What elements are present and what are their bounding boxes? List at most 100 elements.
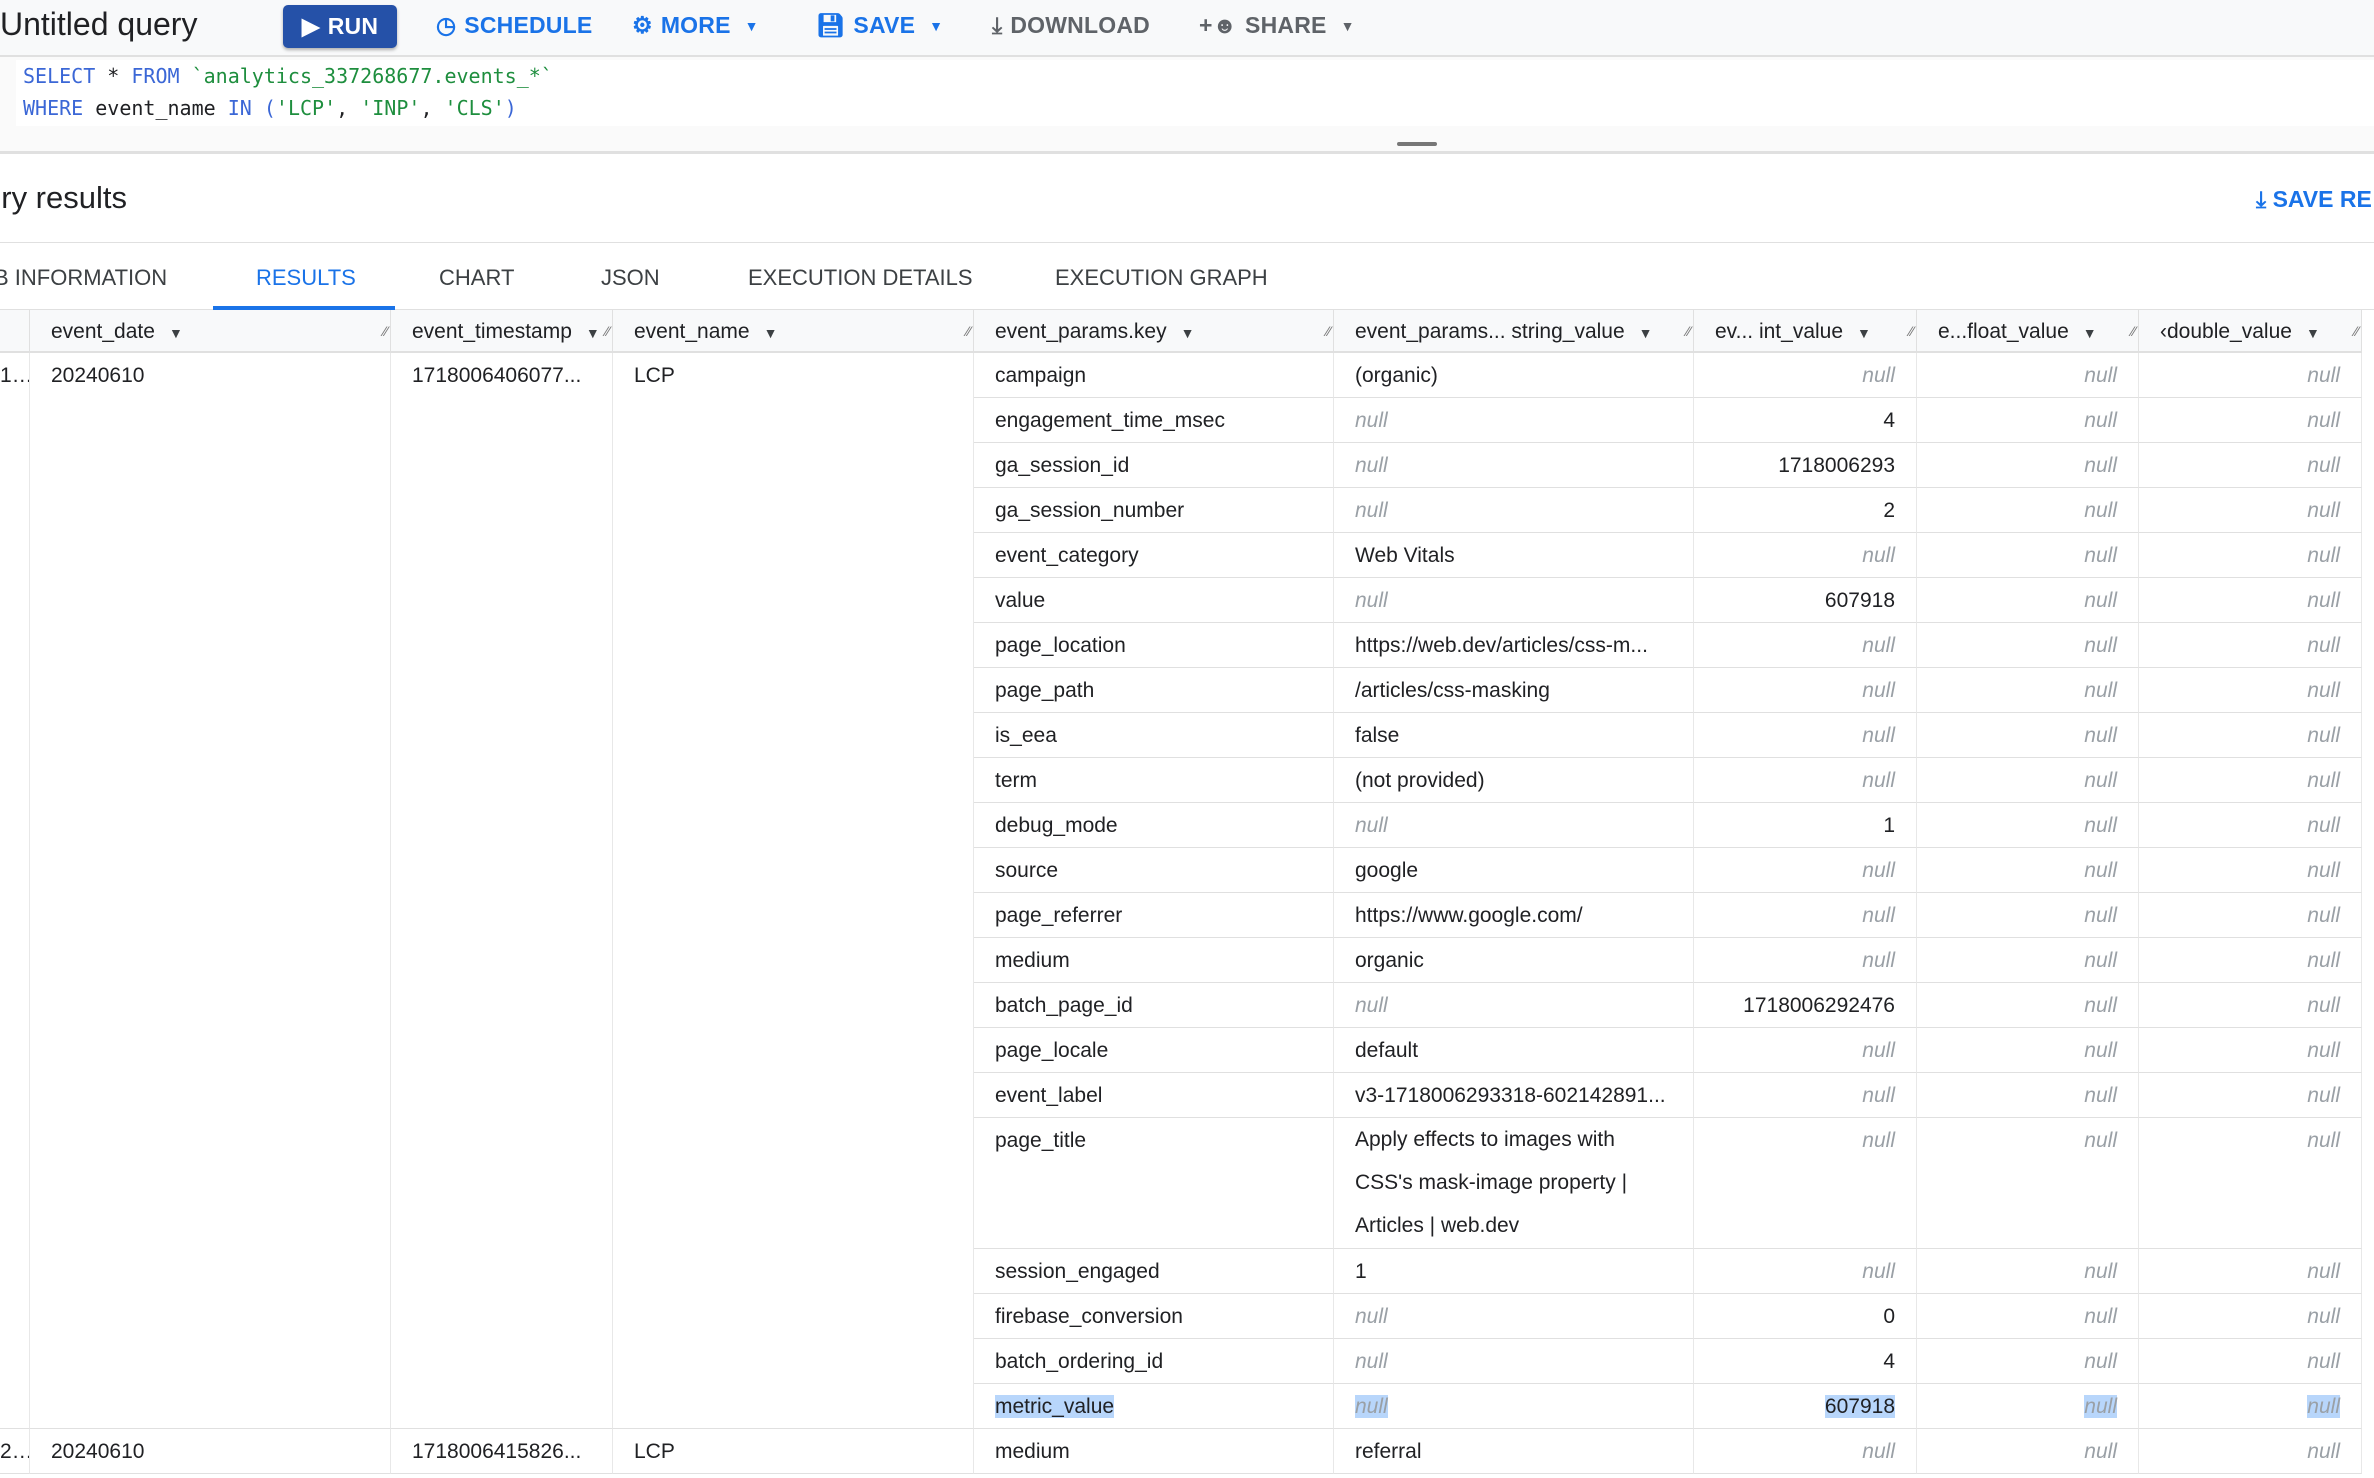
param-key-cell[interactable]: ga_session_number [974,488,1334,533]
string-value-cell[interactable]: referral [1334,1429,1694,1474]
param-key-cell[interactable]: page_path [974,668,1334,713]
more-button[interactable]: ⚙ MORE ▼ [632,12,759,39]
string-value-cell[interactable]: null [1334,803,1694,848]
float-value-cell[interactable]: null [1917,1429,2139,1474]
param-key-cell[interactable]: event_label [974,1073,1334,1118]
string-value-cell[interactable]: null [1334,983,1694,1028]
string-value-cell[interactable]: (organic) [1334,353,1694,398]
event-timestamp-cell[interactable]: 1718006415826... [391,1429,613,1474]
double-value-cell[interactable]: null [2139,1294,2362,1339]
string-value-cell[interactable]: null [1334,1384,1694,1429]
column-resize-handle[interactable]: ⁄⁄ [1686,310,1691,353]
double-value-cell[interactable]: null [2139,893,2362,938]
sort-menu-icon[interactable]: ▼ [1639,325,1653,341]
param-key-cell[interactable]: batch_page_id [974,983,1334,1028]
double-value-cell[interactable]: null [2139,1073,2362,1118]
int-value-cell[interactable]: null [1694,1028,1917,1073]
column-header[interactable]: ‹double_value ▼ ⁄⁄ [2139,310,2362,353]
query-title[interactable]: Untitled query [0,6,197,43]
double-value-cell[interactable]: null [2139,848,2362,893]
param-key-cell[interactable]: is_eea [974,713,1334,758]
string-value-cell[interactable]: false [1334,713,1694,758]
double-value-cell[interactable]: null [2139,983,2362,1028]
float-value-cell[interactable]: null [1917,1118,2139,1249]
double-value-cell[interactable]: null [2139,668,2362,713]
double-value-cell[interactable]: null [2139,1249,2362,1294]
editor-resize-handle[interactable] [1397,142,1437,146]
int-value-cell[interactable]: null [1694,1429,1917,1474]
float-value-cell[interactable]: null [1917,938,2139,983]
int-value-cell[interactable]: 1718006292476 [1694,983,1917,1028]
int-value-cell[interactable]: null [1694,1118,1917,1249]
schedule-button[interactable]: ◷ SCHEDULE [436,12,592,39]
int-value-cell[interactable]: 0 [1694,1294,1917,1339]
double-value-cell[interactable]: null [2139,1339,2362,1384]
float-value-cell[interactable]: null [1917,983,2139,1028]
float-value-cell[interactable]: null [1917,1294,2139,1339]
param-key-cell[interactable]: page_locale [974,1028,1334,1073]
float-value-cell[interactable]: null [1917,713,2139,758]
string-value-cell[interactable]: google [1334,848,1694,893]
double-value-cell[interactable]: null [2139,1429,2362,1474]
column-header[interactable]: event_params... string_value ▼ ⁄⁄ [1334,310,1694,353]
int-value-cell[interactable]: 1718006293 [1694,443,1917,488]
column-header[interactable]: event_params.key ▼ ⁄⁄ [974,310,1334,353]
sort-menu-icon[interactable]: ▼ [1181,325,1195,341]
sort-menu-icon[interactable]: ▼ [1857,325,1871,341]
int-value-cell[interactable]: 2 [1694,488,1917,533]
param-key-cell[interactable]: page_location [974,623,1334,668]
param-key-cell[interactable]: session_engaged [974,1249,1334,1294]
double-value-cell[interactable]: null [2139,713,2362,758]
column-resize-handle[interactable]: ⁄⁄ [1326,310,1331,353]
save-results-button[interactable]: ⤓ SAVE RE [2256,186,2372,213]
param-key-cell[interactable]: term [974,758,1334,803]
param-key-cell[interactable]: batch_ordering_id [974,1339,1334,1384]
param-key-cell[interactable]: debug_mode [974,803,1334,848]
event-date-cell[interactable]: 20240610 [30,353,391,1429]
int-value-cell[interactable]: null [1694,623,1917,668]
string-value-cell[interactable]: 1 [1334,1249,1694,1294]
string-value-cell[interactable]: (not provided) [1334,758,1694,803]
tab-results[interactable]: RESULTS [256,265,356,291]
float-value-cell[interactable]: null [1917,443,2139,488]
string-value-cell[interactable]: null [1334,398,1694,443]
int-value-cell[interactable]: null [1694,758,1917,803]
double-value-cell[interactable]: null [2139,488,2362,533]
double-value-cell[interactable]: null [2139,938,2362,983]
float-value-cell[interactable]: null [1917,668,2139,713]
sort-menu-icon[interactable]: ▼ [586,325,600,341]
save-button[interactable]: 💾︎ SAVE ▼ [816,12,943,39]
param-key-cell[interactable]: medium [974,938,1334,983]
tab-execution-details[interactable]: EXECUTION DETAILS [748,265,973,291]
column-resize-handle[interactable]: ⁄⁄ [2354,310,2359,353]
column-header[interactable]: ev... int_value ▼ ⁄⁄ [1694,310,1917,353]
float-value-cell[interactable]: null [1917,1028,2139,1073]
double-value-cell[interactable]: null [2139,623,2362,668]
sort-menu-icon[interactable]: ▼ [169,325,183,341]
double-value-cell[interactable]: null [2139,1028,2362,1073]
float-value-cell[interactable]: null [1917,893,2139,938]
column-resize-handle[interactable]: ⁄⁄ [1909,310,1914,353]
string-value-cell[interactable]: null [1334,578,1694,623]
int-value-cell[interactable]: 607918 [1694,1384,1917,1429]
float-value-cell[interactable]: null [1917,1249,2139,1294]
event-name-cell[interactable]: LCP [613,353,974,1429]
column-header[interactable]: event_name ▼ ⁄⁄ [613,310,974,353]
float-value-cell[interactable]: null [1917,1339,2139,1384]
tab-job-information[interactable]: B INFORMATION [0,265,167,291]
sql-editor[interactable]: SELECT * FROM `analytics_337268677.event… [0,57,2374,154]
int-value-cell[interactable]: null [1694,893,1917,938]
float-value-cell[interactable]: null [1917,578,2139,623]
string-value-cell[interactable]: Web Vitals [1334,533,1694,578]
float-value-cell[interactable]: null [1917,1384,2139,1429]
double-value-cell[interactable]: null [2139,1118,2362,1249]
column-resize-handle[interactable]: ⁄⁄ [2131,310,2136,353]
int-value-cell[interactable]: null [1694,533,1917,578]
float-value-cell[interactable]: null [1917,758,2139,803]
param-key-cell[interactable]: engagement_time_msec [974,398,1334,443]
string-value-cell[interactable]: organic [1334,938,1694,983]
event-date-cell[interactable]: 20240610 [30,1429,391,1474]
float-value-cell[interactable]: null [1917,398,2139,443]
share-button[interactable]: +☻ SHARE ▼ [1199,12,1355,39]
float-value-cell[interactable]: null [1917,533,2139,578]
